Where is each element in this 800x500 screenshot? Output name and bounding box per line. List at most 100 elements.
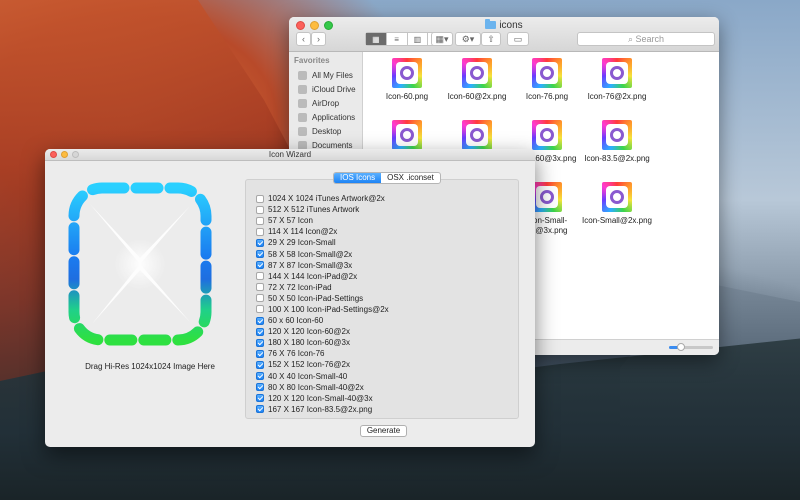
tab-ios-icons[interactable]: IOS Icons <box>334 173 382 183</box>
thumbnail-inner <box>466 62 488 84</box>
back-button[interactable]: ‹ <box>296 32 311 46</box>
checkbox[interactable] <box>256 305 264 314</box>
option-label: 167 X 167 Icon-83.5@2x.png <box>268 404 373 414</box>
file-name: Icon-Small@2x.png <box>582 216 652 225</box>
checkbox[interactable] <box>256 250 264 259</box>
thumbnail-glyph <box>470 66 484 80</box>
wizard-titlebar[interactable]: Icon Wizard <box>45 149 535 161</box>
icon-size-option[interactable]: 100 X 100 Icon-iPad-Settings@2x <box>256 304 516 315</box>
sidebar-item-icloud-drive[interactable]: iCloud Drive <box>289 82 362 96</box>
option-label: 60 x 60 Icon-60 <box>268 316 324 326</box>
icon-size-option[interactable]: 167 X 167 Icon-83.5@2x.png <box>256 404 516 415</box>
tab-osx-iconset[interactable]: OSX .iconset <box>381 173 440 183</box>
icon-size-option[interactable]: 58 X 58 Icon-Small@2x <box>256 248 516 259</box>
icon-size-option[interactable]: 180 X 180 Icon-60@3x <box>256 337 516 348</box>
sidebar-item-applications[interactable]: Applications <box>289 110 362 124</box>
finder-title-text: icons <box>499 20 523 31</box>
checkbox[interactable] <box>256 194 264 203</box>
slider-knob[interactable] <box>677 343 685 351</box>
file-item[interactable]: Icon-60.png <box>372 58 442 102</box>
icon-size-option[interactable]: 76 X 76 Icon-76 <box>256 348 516 359</box>
checkbox[interactable] <box>256 238 264 247</box>
icon-size-option[interactable]: 72 X 72 Icon-iPad <box>256 282 516 293</box>
option-label: 57 X 57 Icon <box>268 216 313 226</box>
list-view-icon[interactable]: ≡ <box>387 33 408 45</box>
checkbox[interactable] <box>256 338 264 347</box>
share-icon: ⇧ <box>487 33 495 44</box>
sidebar-item-airdrop[interactable]: AirDrop <box>289 96 362 110</box>
checkbox[interactable] <box>256 283 264 292</box>
checkbox[interactable] <box>256 216 264 225</box>
icon-size-slider[interactable] <box>669 343 713 351</box>
arrange-button[interactable]: ▦▾ <box>431 32 453 46</box>
forward-button[interactable]: › <box>311 32 326 46</box>
finder-titlebar[interactable]: icons ‹ › ▦ ≡ ▥ ▭ ▦▾ ⚙▾ ⇧ ▭ ⌕ Search <box>289 17 719 52</box>
checkbox[interactable] <box>256 405 264 414</box>
sidebar-item-all-my-files[interactable]: All My Files <box>289 68 362 82</box>
action-button[interactable]: ⚙▾ <box>455 32 481 46</box>
column-view-icon[interactable]: ▥ <box>408 33 429 45</box>
thumbnail-glyph <box>400 66 414 80</box>
tag-icon: ▭ <box>513 33 523 44</box>
checkbox[interactable] <box>256 294 264 303</box>
share-button[interactable]: ⇧ <box>481 32 501 46</box>
icon-size-option[interactable]: 40 X 40 Icon-Small-40 <box>256 371 516 382</box>
icon-size-option[interactable]: 144 X 144 Icon-iPad@2x <box>256 271 516 282</box>
file-item[interactable]: Icon-76@2x.png <box>582 58 652 102</box>
thumbnail-glyph <box>610 66 624 80</box>
png-file-icon <box>532 182 562 212</box>
checkbox[interactable] <box>256 205 264 214</box>
icon-size-option[interactable]: 57 X 57 Icon <box>256 215 516 226</box>
sidebar-item-desktop[interactable]: Desktop <box>289 124 362 138</box>
icon-size-option[interactable]: 60 x 60 Icon-60 <box>256 315 516 326</box>
file-name: Icon-60.png <box>385 92 429 101</box>
option-label: 120 X 120 Icon-60@2x <box>268 327 350 337</box>
icon-size-option[interactable]: 120 X 120 Icon-60@2x <box>256 326 516 337</box>
file-item[interactable]: Icon-Small@2x.png <box>582 182 652 226</box>
checkbox[interactable] <box>256 372 264 381</box>
icon-size-option[interactable]: 512 X 512 iTunes Artwork <box>256 204 516 215</box>
checkbox[interactable] <box>256 383 264 392</box>
icon-size-option[interactable]: 50 X 50 Icon-iPad-Settings <box>256 293 516 304</box>
sidebar-item-label: Applications <box>312 112 356 122</box>
chevron-right-icon: › <box>317 34 320 44</box>
platform-tab-control[interactable]: IOS Icons OSX .iconset <box>333 172 441 184</box>
option-label: 80 X 80 Icon-Small-40@2x <box>268 382 364 392</box>
checkbox[interactable] <box>256 394 264 403</box>
option-label: 50 X 50 Icon-iPad-Settings <box>268 293 364 303</box>
tags-button[interactable]: ▭ <box>507 32 529 46</box>
icon-size-option[interactable]: 1024 X 1024 iTunes Artwork@2x <box>256 193 516 204</box>
icon-size-option[interactable]: 152 X 152 Icon-76@2x <box>256 359 516 370</box>
checkbox[interactable] <box>256 349 264 358</box>
thumbnail-glyph <box>610 128 624 142</box>
sidebar-item-label: AirDrop <box>312 98 340 108</box>
checkbox[interactable] <box>256 360 264 369</box>
checkbox[interactable] <box>256 261 264 270</box>
option-label: 512 X 512 iTunes Artwork <box>268 205 360 215</box>
icon-wizard-window[interactable]: Icon Wizard Drag Hi-Res 1024x1024 Image … <box>45 149 535 447</box>
checkbox[interactable] <box>256 227 264 236</box>
icon-view-icon[interactable]: ▦ <box>366 33 387 45</box>
file-item[interactable]: Icon-60@2x.png <box>442 58 512 102</box>
thumbnail-inner <box>536 186 558 208</box>
icon-size-option[interactable]: 120 X 120 Icon-Small-40@3x <box>256 393 516 404</box>
thumbnail-inner <box>536 124 558 146</box>
file-item[interactable]: Icon-83.5@2x.png <box>582 120 652 164</box>
png-file-icon <box>532 120 562 150</box>
png-file-icon <box>462 120 492 150</box>
png-file-icon <box>532 58 562 88</box>
icon-size-option[interactable]: 114 X 114 Icon@2x <box>256 226 516 237</box>
gear-icon: ⚙▾ <box>461 33 475 44</box>
file-item[interactable]: Icon-76.png <box>512 58 582 102</box>
image-drop-zone[interactable] <box>60 174 220 354</box>
icon-size-option[interactable]: 29 X 29 Icon-Small <box>256 237 516 248</box>
png-file-icon <box>462 58 492 88</box>
search-input[interactable]: ⌕ Search <box>577 32 715 46</box>
generate-button[interactable]: Generate <box>360 425 407 437</box>
checkbox[interactable] <box>256 327 264 336</box>
icon-size-option[interactable]: 87 X 87 Icon-Small@3x <box>256 260 516 271</box>
checkbox[interactable] <box>256 272 264 281</box>
file-name: Icon-83.5@2x.png <box>584 154 650 163</box>
checkbox[interactable] <box>256 316 264 325</box>
icon-size-option[interactable]: 80 X 80 Icon-Small-40@2x <box>256 382 516 393</box>
